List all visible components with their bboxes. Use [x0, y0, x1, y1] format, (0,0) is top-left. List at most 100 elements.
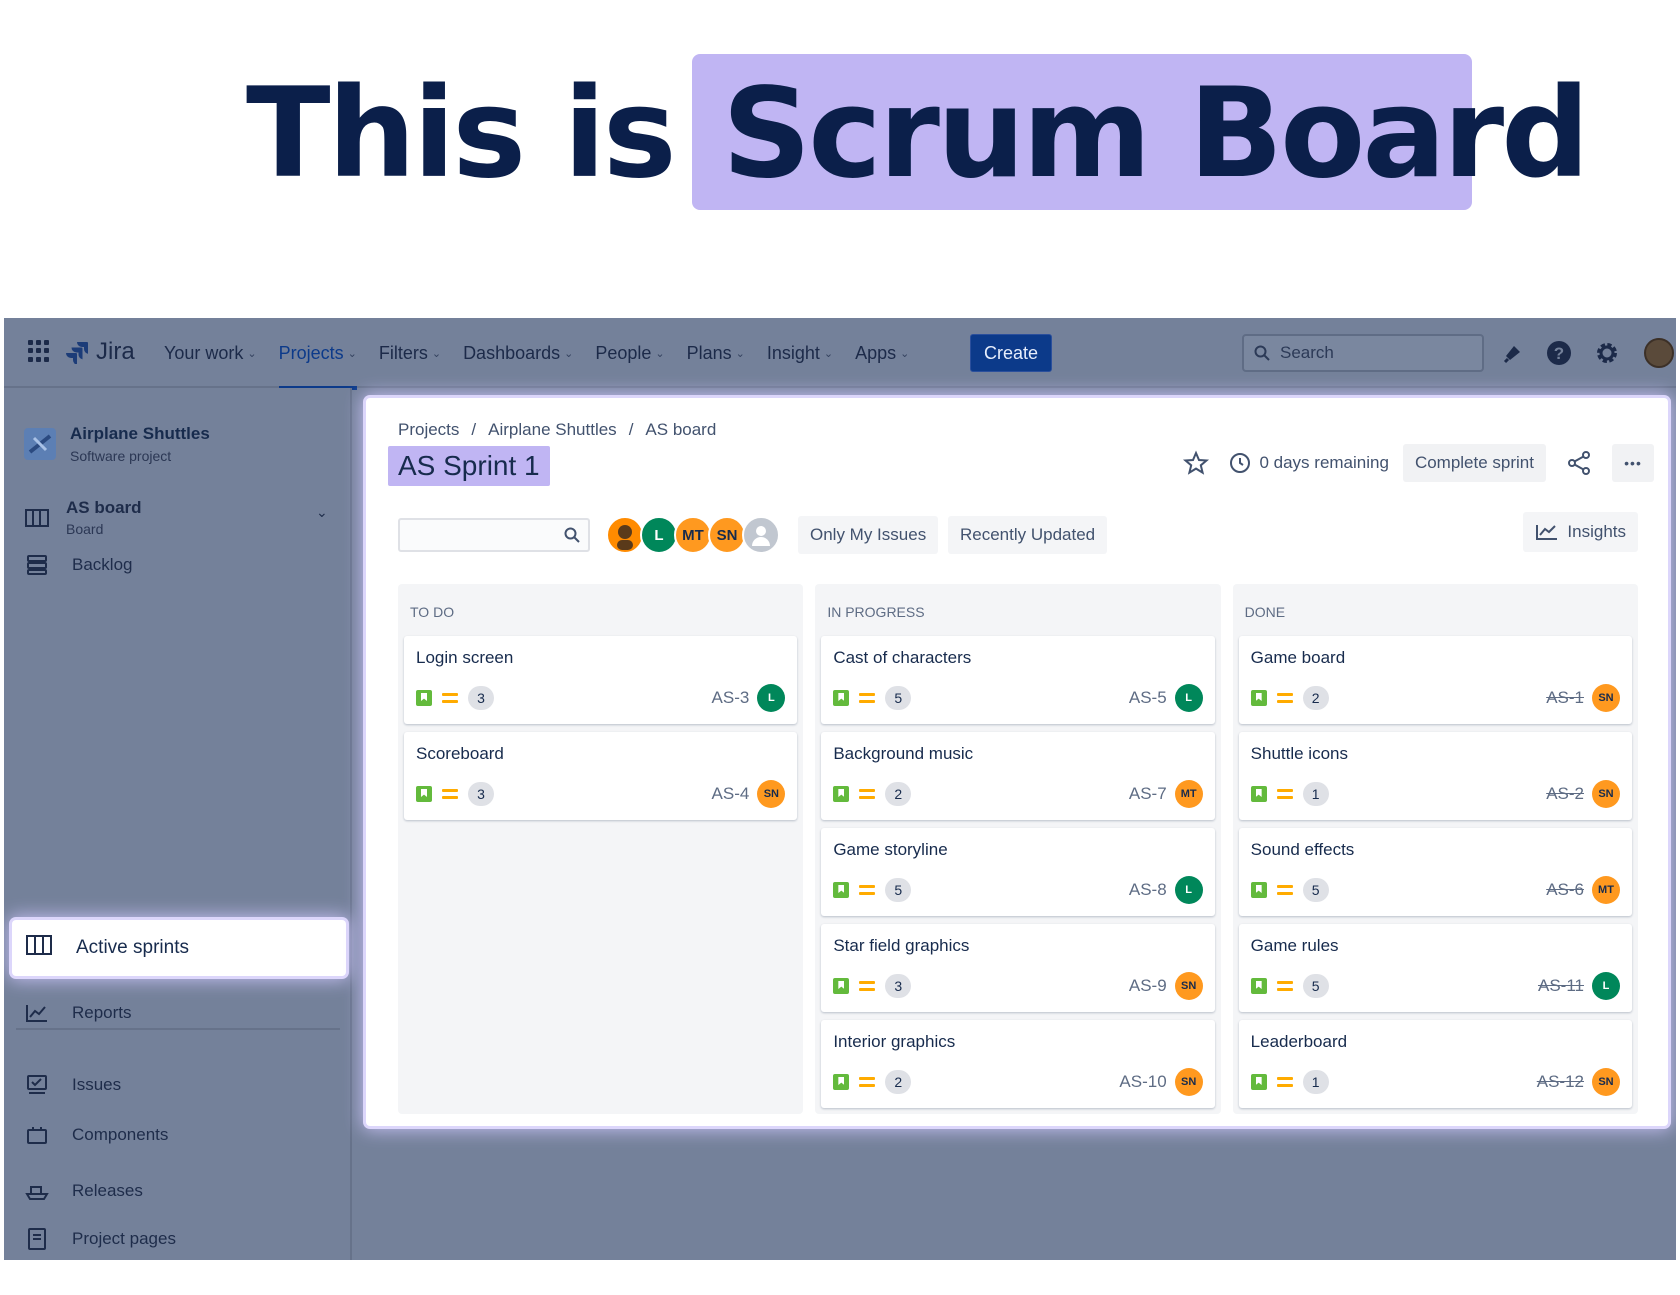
card-title: Leaderboard: [1250, 1032, 1348, 1051]
assignee-avatar[interactable]: SN: [1591, 684, 1620, 712]
issue-key[interactable]: AS-9: [1129, 976, 1167, 996]
issue-key[interactable]: AS-3: [712, 688, 750, 708]
jira-logo[interactable]: Jira: [66, 338, 135, 366]
app-switcher-icon[interactable]: [28, 340, 50, 362]
issue-key[interactable]: AS-6: [1546, 880, 1584, 900]
assignee-avatar[interactable]: MT: [1591, 876, 1620, 904]
issue-card[interactable]: Game rules 5 AS-11 L: [1238, 924, 1632, 1012]
project-header[interactable]: Airplane Shuttles Software project: [24, 424, 210, 464]
board-sub: Board: [66, 521, 104, 537]
nav-label: People: [595, 342, 652, 363]
avatar-photo[interactable]: [606, 516, 644, 554]
priority-medium-icon: [1276, 884, 1293, 896]
priority-medium-icon: [859, 692, 876, 704]
assignee-avatar[interactable]: MT: [1174, 780, 1203, 808]
issue-card[interactable]: Background music 2 AS-7 MT: [821, 732, 1215, 820]
issue-key[interactable]: AS-1: [1546, 688, 1584, 708]
nav-insight[interactable]: Insight ⌄: [767, 318, 833, 388]
issue-card[interactable]: Game storyline 5 AS-8 L: [821, 828, 1215, 916]
avatar-l[interactable]: L: [640, 516, 678, 554]
card-title: Background music: [833, 744, 974, 763]
avatar-mt[interactable]: MT: [674, 516, 712, 554]
issue-key[interactable]: AS-8: [1129, 880, 1167, 900]
board-search-input[interactable]: [398, 518, 590, 552]
recently-updated-filter[interactable]: Recently Updated: [948, 516, 1108, 554]
story-points: 3: [885, 974, 912, 998]
sidebar-item-releases[interactable]: Releases: [24, 1178, 143, 1204]
chevron-down-icon: ⌄: [316, 504, 328, 520]
user-avatar[interactable]: [1644, 338, 1674, 368]
assignee-avatar[interactable]: L: [1174, 876, 1203, 904]
sidebar-item-active-sprints[interactable]: Active sprints: [12, 920, 346, 976]
issue-card[interactable]: Login screen 3 AS-3 L: [404, 636, 798, 724]
column-title: TO DO: [410, 604, 455, 620]
share-icon[interactable]: [1560, 444, 1598, 482]
more-actions-button[interactable]: •••: [1612, 444, 1654, 482]
assignee-avatar[interactable]: L: [1591, 972, 1620, 1000]
nav-dashboards[interactable]: Dashboards ⌄: [463, 318, 573, 388]
issue-card[interactable]: Interior graphics 2 AS-10 SN: [821, 1020, 1215, 1108]
search-input[interactable]: Search: [1242, 334, 1484, 372]
breadcrumb-project[interactable]: Airplane Shuttles: [488, 420, 617, 440]
nav-your-work[interactable]: Your work ⌄: [164, 318, 257, 388]
board-name: AS board: [66, 498, 142, 517]
settings-gear-icon[interactable]: [1594, 340, 1620, 366]
assignee-avatar[interactable]: SN: [757, 780, 786, 808]
issue-key[interactable]: AS-12: [1537, 1072, 1584, 1092]
issue-card[interactable]: Sound effects 5 AS-6 MT: [1238, 828, 1632, 916]
issue-card[interactable]: Star field graphics 3 AS-9 SN: [821, 924, 1215, 1012]
sidebar-item-components[interactable]: Components: [24, 1122, 168, 1148]
issue-key[interactable]: AS-5: [1129, 688, 1167, 708]
assignee-avatar[interactable]: SN: [1174, 972, 1203, 1000]
sidebar-item-backlog[interactable]: Backlog: [24, 552, 132, 578]
issue-card[interactable]: Game board 2 AS-1 SN: [1238, 636, 1632, 724]
nav-projects[interactable]: Projects ⌄: [278, 318, 358, 390]
assignee-avatar[interactable]: L: [1174, 684, 1203, 712]
sidebar-item-issues[interactable]: Issues: [24, 1072, 121, 1098]
star-icon[interactable]: [1177, 444, 1215, 482]
avatar-sn[interactable]: SN: [708, 516, 746, 554]
create-button[interactable]: Create: [970, 334, 1052, 372]
breadcrumb-projects[interactable]: Projects: [398, 420, 459, 440]
board-selector[interactable]: AS board Board ⌄: [24, 498, 336, 537]
card-meta: 5: [833, 878, 912, 902]
issue-card[interactable]: Leaderboard 1 AS-12 SN: [1238, 1020, 1632, 1108]
nav-filters[interactable]: Filters ⌄: [379, 318, 441, 388]
issue-card[interactable]: Scoreboard 3 AS-4 SN: [404, 732, 798, 820]
jira-logo-text: Jira: [96, 338, 135, 365]
hero-heading: This is a Scrum Board: [0, 0, 1680, 300]
ship-icon: [24, 1178, 50, 1204]
nav-people[interactable]: People ⌄: [595, 318, 664, 388]
search-icon: [564, 527, 580, 543]
nav-apps[interactable]: Apps ⌄: [855, 318, 909, 388]
search-icon: [1254, 345, 1270, 361]
issue-key[interactable]: AS-2: [1546, 784, 1584, 804]
chevron-down-icon: ⌄: [431, 347, 442, 360]
story-icon: [833, 786, 850, 802]
notifications-icon[interactable]: [1500, 340, 1526, 366]
board-icon: [24, 505, 50, 531]
assignee-avatar[interactable]: SN: [1174, 1068, 1203, 1096]
sidebar-item-project-pages[interactable]: Project pages: [24, 1226, 176, 1252]
breadcrumb-board[interactable]: AS board: [645, 420, 716, 440]
column-title: DONE: [1244, 604, 1286, 620]
complete-sprint-button[interactable]: Complete sprint: [1402, 444, 1546, 482]
issue-card[interactable]: Cast of characters 5 AS-5 L: [821, 636, 1215, 724]
insights-button[interactable]: Insights: [1523, 512, 1638, 552]
help-icon[interactable]: ?: [1546, 340, 1572, 366]
sidebar-item-reports[interactable]: Reports: [24, 1000, 132, 1026]
story-points: 1: [1302, 1070, 1329, 1094]
issue-key[interactable]: AS-4: [712, 784, 750, 804]
issue-key[interactable]: AS-11: [1538, 976, 1584, 996]
issue-key[interactable]: AS-7: [1129, 784, 1167, 804]
issue-card[interactable]: Shuttle icons 1 AS-2 SN: [1238, 732, 1632, 820]
avatar-unassigned[interactable]: [742, 516, 780, 554]
priority-medium-icon: [859, 788, 876, 800]
only-my-issues-filter[interactable]: Only My Issues: [798, 516, 939, 554]
card-meta: 3: [416, 686, 494, 710]
assignee-avatar[interactable]: SN: [1591, 780, 1620, 808]
assignee-avatar[interactable]: SN: [1591, 1068, 1620, 1096]
nav-plans[interactable]: Plans ⌄: [687, 318, 745, 388]
assignee-avatar[interactable]: L: [757, 684, 786, 712]
issue-key[interactable]: AS-10: [1119, 1072, 1166, 1092]
